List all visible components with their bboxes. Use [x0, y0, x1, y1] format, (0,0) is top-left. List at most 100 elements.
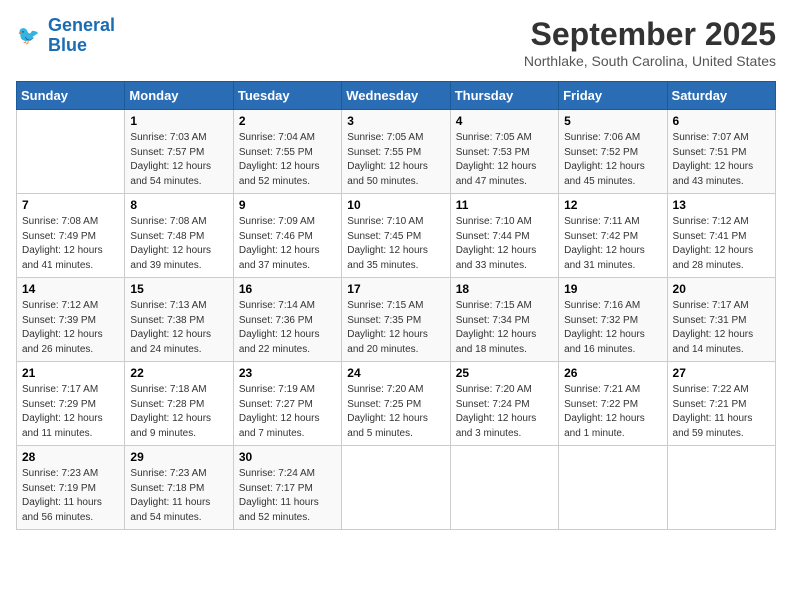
day-number: 1 — [130, 114, 227, 128]
calendar-week-1: 1 Sunrise: 7:03 AM Sunset: 7:57 PM Daylig… — [17, 110, 776, 194]
day-info: Sunrise: 7:22 AM Sunset: 7:21 PM Dayligh… — [673, 383, 770, 441]
calendar-cell: 23 Sunrise: 7:19 AM Sunset: 7:27 PM Dayli… — [233, 362, 341, 446]
day-info: Sunrise: 7:16 AM Sunset: 7:32 PM Dayligh… — [564, 299, 661, 357]
day-number: 3 — [347, 114, 444, 128]
logo-text: General Blue — [48, 16, 115, 56]
day-number: 28 — [22, 450, 119, 464]
day-number: 2 — [239, 114, 336, 128]
calendar-cell: 16 Sunrise: 7:14 AM Sunset: 7:36 PM Dayli… — [233, 278, 341, 362]
calendar-cell: 1 Sunrise: 7:03 AM Sunset: 7:57 PM Daylig… — [125, 110, 233, 194]
calendar-cell: 29Sunrise: 7:23 AM Sunset: 7:18 PM Dayli… — [125, 446, 233, 530]
day-info: Sunrise: 7:18 AM Sunset: 7:28 PM Dayligh… — [130, 383, 227, 441]
calendar-cell: 26 Sunrise: 7:21 AM Sunset: 7:22 PM Dayli… — [559, 362, 667, 446]
day-number: 5 — [564, 114, 661, 128]
calendar-cell — [559, 446, 667, 530]
day-info: Sunrise: 7:23 AM Sunset: 7:19 PM Dayligh… — [22, 467, 119, 525]
day-number: 15 — [130, 282, 227, 296]
calendar-cell: 11 Sunrise: 7:10 AM Sunset: 7:44 PM Dayli… — [450, 194, 558, 278]
calendar-week-4: 21Sunrise: 7:17 AM Sunset: 7:29 PM Dayli… — [17, 362, 776, 446]
day-info: Sunrise: 7:21 AM Sunset: 7:22 PM Dayligh… — [564, 383, 661, 441]
day-number: 23 — [239, 366, 336, 380]
header-sunday: Sunday — [17, 82, 125, 110]
day-number: 20 — [673, 282, 770, 296]
day-number: 30 — [239, 450, 336, 464]
calendar-week-3: 14 Sunrise: 7:12 AM Sunset: 7:39 PM Dayli… — [17, 278, 776, 362]
day-number: 25 — [456, 366, 553, 380]
calendar-cell: 21Sunrise: 7:17 AM Sunset: 7:29 PM Dayli… — [17, 362, 125, 446]
calendar-cell: 19 Sunrise: 7:16 AM Sunset: 7:32 PM Dayli… — [559, 278, 667, 362]
day-number: 18 — [456, 282, 553, 296]
header-monday: Monday — [125, 82, 233, 110]
day-info: Sunrise: 7:20 AM Sunset: 7:24 PM Dayligh… — [456, 383, 553, 441]
calendar-cell: 10Sunrise: 7:10 AM Sunset: 7:45 PM Dayli… — [342, 194, 450, 278]
calendar-body: 1 Sunrise: 7:03 AM Sunset: 7:57 PM Daylig… — [17, 110, 776, 530]
day-number: 11 — [456, 198, 553, 212]
day-info: Sunrise: 7:23 AM Sunset: 7:18 PM Dayligh… — [130, 467, 227, 525]
calendar-cell: 15 Sunrise: 7:13 AM Sunset: 7:38 PM Dayli… — [125, 278, 233, 362]
calendar-cell: 28 Sunrise: 7:23 AM Sunset: 7:19 PM Dayli… — [17, 446, 125, 530]
header-tuesday: Tuesday — [233, 82, 341, 110]
day-info: Sunrise: 7:19 AM Sunset: 7:27 PM Dayligh… — [239, 383, 336, 441]
day-number: 16 — [239, 282, 336, 296]
day-number: 9 — [239, 198, 336, 212]
day-info: Sunrise: 7:17 AM Sunset: 7:29 PM Dayligh… — [22, 383, 119, 441]
day-info: Sunrise: 7:14 AM Sunset: 7:36 PM Dayligh… — [239, 299, 336, 357]
calendar-week-5: 28 Sunrise: 7:23 AM Sunset: 7:19 PM Dayli… — [17, 446, 776, 530]
day-number: 8 — [130, 198, 227, 212]
calendar-table: SundayMondayTuesdayWednesdayThursdayFrid… — [16, 81, 776, 530]
calendar-cell: 6 Sunrise: 7:07 AM Sunset: 7:51 PM Daylig… — [667, 110, 775, 194]
calendar-cell: 18 Sunrise: 7:15 AM Sunset: 7:34 PM Dayli… — [450, 278, 558, 362]
calendar-cell: 9 Sunrise: 7:09 AM Sunset: 7:46 PM Daylig… — [233, 194, 341, 278]
day-info: Sunrise: 7:07 AM Sunset: 7:51 PM Dayligh… — [673, 131, 770, 189]
header-friday: Friday — [559, 82, 667, 110]
day-info: Sunrise: 7:13 AM Sunset: 7:38 PM Dayligh… — [130, 299, 227, 357]
calendar-cell: 12Sunrise: 7:11 AM Sunset: 7:42 PM Dayli… — [559, 194, 667, 278]
day-info: Sunrise: 7:03 AM Sunset: 7:57 PM Dayligh… — [130, 131, 227, 189]
logo-icon: 🐦 — [16, 22, 44, 50]
day-info: Sunrise: 7:12 AM Sunset: 7:41 PM Dayligh… — [673, 215, 770, 273]
title-block: September 2025 Northlake, South Carolina… — [524, 16, 776, 69]
page-header: 🐦 General Blue September 2025 Northlake,… — [16, 16, 776, 69]
calendar-cell: 22 Sunrise: 7:18 AM Sunset: 7:28 PM Dayli… — [125, 362, 233, 446]
day-info: Sunrise: 7:12 AM Sunset: 7:39 PM Dayligh… — [22, 299, 119, 357]
day-info: Sunrise: 7:09 AM Sunset: 7:46 PM Dayligh… — [239, 215, 336, 273]
calendar-cell — [17, 110, 125, 194]
day-info: Sunrise: 7:05 AM Sunset: 7:55 PM Dayligh… — [347, 131, 444, 189]
calendar-cell: 30Sunrise: 7:24 AM Sunset: 7:17 PM Dayli… — [233, 446, 341, 530]
day-info: Sunrise: 7:08 AM Sunset: 7:49 PM Dayligh… — [22, 215, 119, 273]
day-info: Sunrise: 7:04 AM Sunset: 7:55 PM Dayligh… — [239, 131, 336, 189]
calendar-cell: 4Sunrise: 7:05 AM Sunset: 7:53 PM Daylig… — [450, 110, 558, 194]
calendar-cell: 7 Sunrise: 7:08 AM Sunset: 7:49 PM Daylig… — [17, 194, 125, 278]
logo: 🐦 General Blue — [16, 16, 115, 56]
day-number: 17 — [347, 282, 444, 296]
day-number: 19 — [564, 282, 661, 296]
header-wednesday: Wednesday — [342, 82, 450, 110]
day-info: Sunrise: 7:15 AM Sunset: 7:35 PM Dayligh… — [347, 299, 444, 357]
day-number: 13 — [673, 198, 770, 212]
calendar-cell: 5Sunrise: 7:06 AM Sunset: 7:52 PM Daylig… — [559, 110, 667, 194]
calendar-cell — [342, 446, 450, 530]
day-number: 4 — [456, 114, 553, 128]
day-info: Sunrise: 7:15 AM Sunset: 7:34 PM Dayligh… — [456, 299, 553, 357]
day-number: 24 — [347, 366, 444, 380]
day-number: 27 — [673, 366, 770, 380]
calendar-cell: 8Sunrise: 7:08 AM Sunset: 7:48 PM Daylig… — [125, 194, 233, 278]
day-number: 22 — [130, 366, 227, 380]
calendar-cell: 2 Sunrise: 7:04 AM Sunset: 7:55 PM Daylig… — [233, 110, 341, 194]
header-thursday: Thursday — [450, 82, 558, 110]
svg-text:🐦: 🐦 — [17, 25, 40, 45]
day-number: 26 — [564, 366, 661, 380]
calendar-cell: 14 Sunrise: 7:12 AM Sunset: 7:39 PM Dayli… — [17, 278, 125, 362]
header-saturday: Saturday — [667, 82, 775, 110]
day-info: Sunrise: 7:10 AM Sunset: 7:44 PM Dayligh… — [456, 215, 553, 273]
calendar-cell: 13 Sunrise: 7:12 AM Sunset: 7:41 PM Dayli… — [667, 194, 775, 278]
calendar-cell: 20Sunrise: 7:17 AM Sunset: 7:31 PM Dayli… — [667, 278, 775, 362]
day-number: 7 — [22, 198, 119, 212]
calendar-cell: 17 Sunrise: 7:15 AM Sunset: 7:35 PM Dayli… — [342, 278, 450, 362]
day-info: Sunrise: 7:10 AM Sunset: 7:45 PM Dayligh… — [347, 215, 444, 273]
calendar-cell — [450, 446, 558, 530]
day-number: 14 — [22, 282, 119, 296]
calendar-cell: 27 Sunrise: 7:22 AM Sunset: 7:21 PM Dayli… — [667, 362, 775, 446]
day-number: 6 — [673, 114, 770, 128]
calendar-cell — [667, 446, 775, 530]
